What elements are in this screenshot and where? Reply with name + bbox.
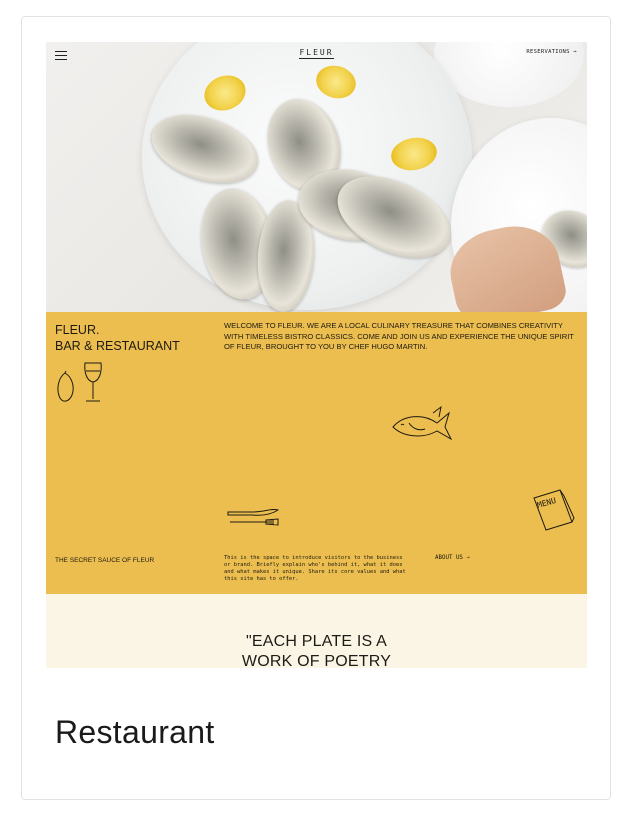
brand-heading: FLEUR. BAR & RESTAURANT	[55, 322, 180, 354]
fish-sketch-icon	[392, 405, 453, 441]
secret-sauce-heading: THE SECRET SAUCE OF FLEUR	[55, 557, 155, 564]
template-preview[interactable]: FLEUR RESERVATIONS → FLEUR. BAR & RESTAU…	[46, 42, 587, 668]
lemon-sketch-icon	[57, 370, 74, 402]
reservations-label: RESERVATIONS	[526, 49, 570, 55]
about-us-label: ABOUT US	[435, 555, 463, 561]
intro-paragraph: This is the space to introduce visitors …	[224, 555, 406, 582]
arrow-right-icon: →	[573, 49, 577, 55]
arrow-right-icon: →	[466, 555, 470, 561]
card-title[interactable]: Restaurant	[55, 714, 215, 751]
menu-card-sketch-icon: MENU	[533, 489, 575, 531]
about-section: FLEUR. BAR & RESTAURANT WELCOME TO FLEUR…	[46, 312, 587, 594]
quote-line: WORK OF POETRY	[241, 653, 392, 668]
brand-name: FLEUR.	[55, 323, 100, 337]
brand-tagline: BAR & RESTAURANT	[55, 339, 180, 353]
about-us-link[interactable]: ABOUT US →	[435, 555, 470, 561]
wine-glass-sketch-icon	[84, 362, 102, 402]
welcome-text: WELCOME TO FLEUR. WE ARE A LOCAL CULINAR…	[224, 321, 574, 351]
menu-sketch-text: MENU	[536, 496, 557, 510]
cutlery-sketch-icon	[227, 508, 280, 526]
quote-line: "EACH PLATE IS A	[245, 633, 388, 650]
hero-photo: FLEUR RESERVATIONS →	[46, 42, 587, 312]
reservations-link[interactable]: RESERVATIONS →	[526, 49, 577, 55]
site-logo[interactable]: FLEUR	[46, 48, 587, 59]
quote-text: "EACH PLATE IS A WORK OF POETRY	[46, 632, 587, 668]
